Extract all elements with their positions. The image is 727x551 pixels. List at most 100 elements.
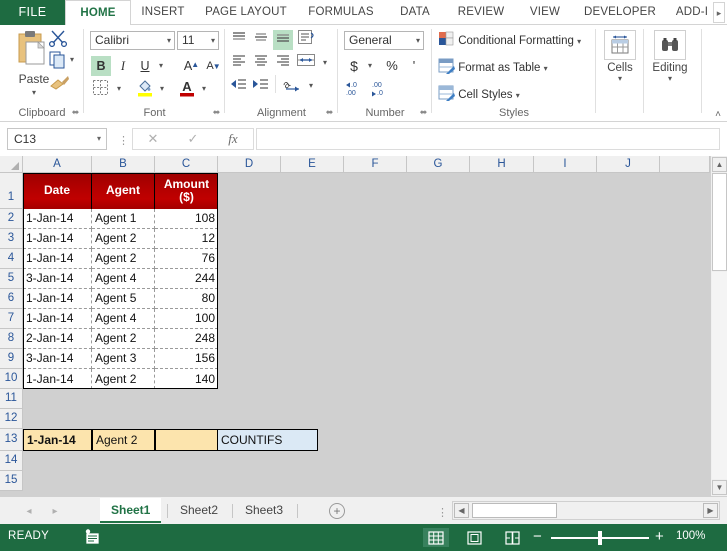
align-middle-button[interactable] xyxy=(251,30,271,50)
formula-bar-grip[interactable]: ⋮ xyxy=(118,134,129,147)
percent-style-button[interactable]: % xyxy=(382,56,402,76)
cell-A6[interactable]: 1-Jan-14 xyxy=(23,289,92,309)
tab-file[interactable]: FILE xyxy=(0,0,65,25)
vertical-scrollbar-track[interactable] xyxy=(712,272,727,479)
align-left-button[interactable] xyxy=(229,53,249,73)
cell-C2[interactable]: 108 xyxy=(155,209,218,229)
collapse-ribbon-button[interactable]: ˄ xyxy=(715,109,721,120)
conditional-formatting-button[interactable]: Conditional Formatting ▾ xyxy=(438,31,581,50)
column-header-A[interactable]: A xyxy=(23,156,92,173)
cell-C6[interactable]: 80 xyxy=(155,289,218,309)
number-format-combo[interactable]: General ▾ xyxy=(344,31,424,50)
cell-A3[interactable]: 1-Jan-14 xyxy=(23,229,92,249)
scroll-down-button[interactable]: ▼ xyxy=(712,480,727,495)
name-box[interactable]: C13 ▾ xyxy=(7,128,107,150)
cell-B3[interactable]: Agent 2 xyxy=(92,229,155,249)
cell-B10[interactable]: Agent 2 xyxy=(92,369,155,389)
tab-add-ins[interactable]: ADD-I xyxy=(667,0,717,25)
cell-C9[interactable]: 156 xyxy=(155,349,218,369)
row-header-9[interactable]: 9 xyxy=(0,349,23,369)
align-right-button[interactable] xyxy=(273,53,293,73)
horizontal-scrollbar-thumb[interactable] xyxy=(472,503,557,518)
cell-B9[interactable]: Agent 3 xyxy=(92,349,155,369)
row-header-14[interactable]: 14 xyxy=(0,451,23,471)
tab-view[interactable]: VIEW xyxy=(517,0,573,25)
tab-review[interactable]: REVIEW xyxy=(445,0,517,25)
tab-data[interactable]: DATA xyxy=(385,0,445,25)
font-color-caret[interactable]: ▾ xyxy=(198,79,210,99)
cell-D13[interactable]: COUNTIFS xyxy=(217,429,318,451)
cell-B7[interactable]: Agent 4 xyxy=(92,309,155,329)
underline-caret[interactable]: ▾ xyxy=(155,56,167,76)
row-header-3[interactable]: 3 xyxy=(0,229,23,249)
formula-input[interactable] xyxy=(256,128,720,150)
scroll-right-button[interactable]: ▶ xyxy=(703,503,718,518)
normal-view-button[interactable] xyxy=(423,528,449,547)
add-sheet-button[interactable]: + xyxy=(329,503,345,519)
cut-button[interactable] xyxy=(48,29,68,50)
borders-caret[interactable]: ▾ xyxy=(113,79,125,99)
row-header-5[interactable]: 5 xyxy=(0,269,23,289)
fill-color-button[interactable] xyxy=(136,78,154,100)
tab-home[interactable]: HOME xyxy=(65,0,131,25)
next-sheet-button[interactable]: ▸ xyxy=(46,504,64,520)
decrease-decimal-button[interactable]: .00 .0 xyxy=(370,79,392,100)
column-header-B[interactable]: B xyxy=(92,156,155,173)
cell-styles-button[interactable]: Cell Styles ▾ xyxy=(438,85,520,104)
column-header-D[interactable]: D xyxy=(218,156,281,173)
cell-C5[interactable]: 244 xyxy=(155,269,218,289)
cells-button[interactable]: Cells ▾ xyxy=(597,30,643,83)
previous-sheet-button[interactable]: ◂ xyxy=(20,504,38,520)
increase-indent-button[interactable] xyxy=(251,76,269,95)
column-header-C[interactable]: C xyxy=(155,156,218,173)
cell-A10[interactable]: 1-Jan-14 xyxy=(23,369,92,389)
cell-B13[interactable]: Agent 2 xyxy=(92,429,155,451)
column-header-J[interactable]: J xyxy=(597,156,660,173)
page-break-preview-button[interactable] xyxy=(499,528,525,547)
enter-formula-button[interactable]: ✓ xyxy=(173,129,213,149)
sheet-tab-sheet2[interactable]: Sheet2 xyxy=(169,498,229,523)
column-header-G[interactable]: G xyxy=(407,156,470,173)
comma-style-button[interactable]: ' xyxy=(404,56,424,76)
row-header-13[interactable]: 13 xyxy=(0,429,23,451)
font-dialog-launcher[interactable]: ⬌ xyxy=(211,107,222,118)
zoom-slider-thumb[interactable] xyxy=(598,531,602,545)
cell-A4[interactable]: 1-Jan-14 xyxy=(23,249,92,269)
copy-button[interactable] xyxy=(48,51,68,72)
cell-C1[interactable]: Amount ($) xyxy=(155,173,218,209)
sheet-tab-sheet1[interactable]: Sheet1 xyxy=(100,498,162,523)
sheet-tab-sheet3[interactable]: Sheet3 xyxy=(234,498,294,523)
column-header-E[interactable]: E xyxy=(281,156,344,173)
orientation-caret[interactable]: ▾ xyxy=(305,76,317,96)
cell-B1[interactable]: Agent xyxy=(92,173,155,209)
page-layout-view-button[interactable] xyxy=(461,528,487,547)
vertical-scrollbar[interactable]: ▲ ▼ xyxy=(710,156,727,496)
cell-B5[interactable]: Agent 4 xyxy=(92,269,155,289)
cell-A1[interactable]: Date xyxy=(23,173,92,209)
row-header-11[interactable]: 11 xyxy=(0,389,23,409)
column-header-H[interactable]: H xyxy=(470,156,534,173)
copy-caret[interactable]: ▾ xyxy=(70,55,74,64)
underline-button[interactable]: U xyxy=(135,56,155,76)
align-bottom-button[interactable] xyxy=(273,30,293,50)
row-header-10[interactable]: 10 xyxy=(0,369,23,389)
row-header-12[interactable]: 12 xyxy=(0,409,23,429)
orientation-button[interactable]: a xyxy=(281,75,303,96)
row-header-6[interactable]: 6 xyxy=(0,289,23,309)
column-header-I[interactable]: I xyxy=(534,156,597,173)
cell-A7[interactable]: 1-Jan-14 xyxy=(23,309,92,329)
cell-B4[interactable]: Agent 2 xyxy=(92,249,155,269)
bold-button[interactable]: B xyxy=(91,56,111,76)
cell-A2[interactable]: 1-Jan-14 xyxy=(23,209,92,229)
scroll-up-button[interactable]: ▲ xyxy=(712,157,727,172)
format-painter-button[interactable] xyxy=(48,73,70,94)
decrease-font-size-button[interactable]: A ▼ xyxy=(200,56,220,76)
row-header-2[interactable]: 2 xyxy=(0,209,23,229)
font-color-button[interactable]: A xyxy=(178,78,196,100)
select-all-corner[interactable] xyxy=(0,156,23,173)
vertical-scrollbar-thumb[interactable] xyxy=(712,173,727,271)
tab-formulas[interactable]: FORMULAS xyxy=(297,0,385,25)
row-header-1[interactable]: 1 xyxy=(0,173,23,209)
tab-insert[interactable]: INSERT xyxy=(131,0,195,25)
scroll-left-button[interactable]: ◀ xyxy=(454,503,469,518)
